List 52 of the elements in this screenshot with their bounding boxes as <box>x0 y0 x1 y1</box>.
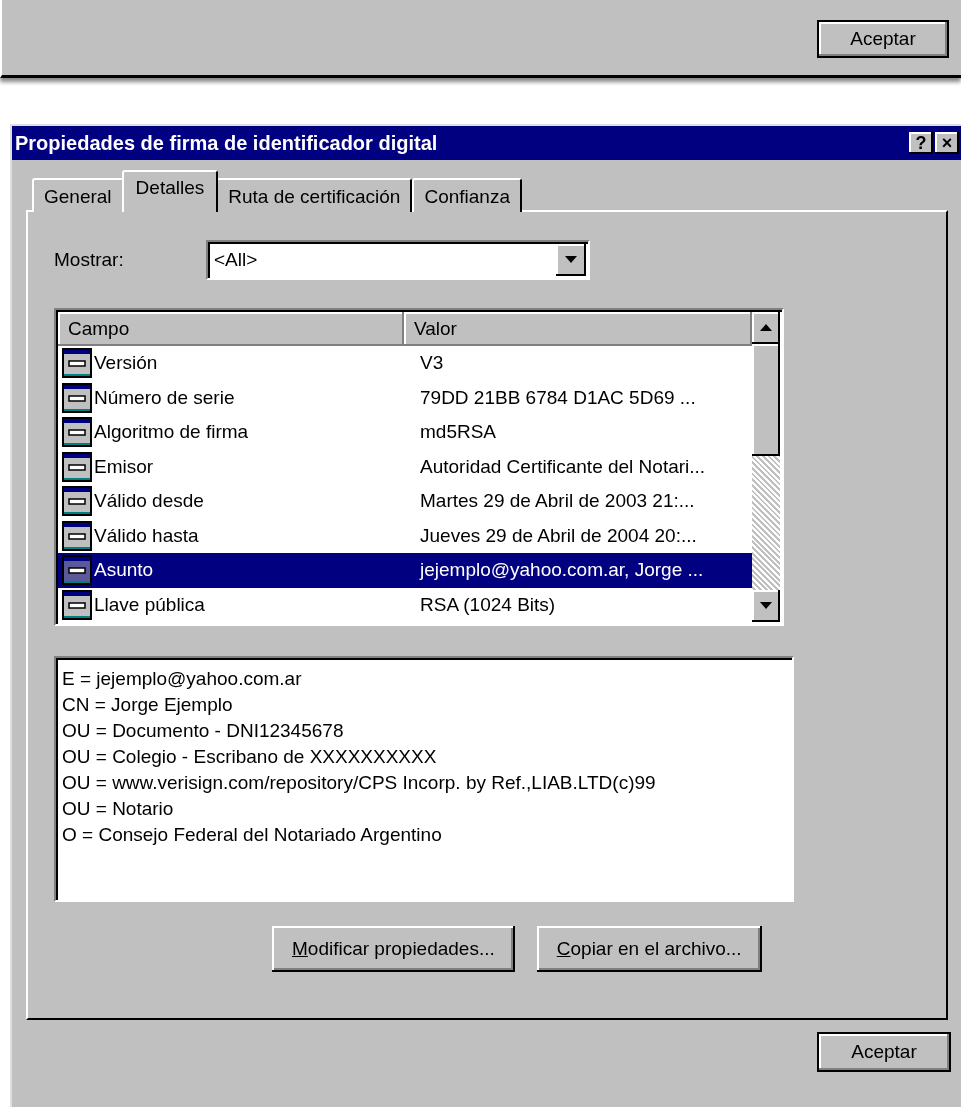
field-icon <box>62 555 92 586</box>
help-button[interactable]: ? <box>909 132 933 154</box>
scroll-up-icon[interactable] <box>752 312 780 344</box>
tab[interactable]: Confianza <box>412 178 522 212</box>
table-cell-text: RSA (1024 Bits) <box>419 592 557 617</box>
table-row[interactable]: Emisor Autoridad Certificante del Notari... <box>58 449 752 484</box>
table-cell-text: Asunto <box>94 558 154 582</box>
table-cell-text: Emisor <box>94 454 154 479</box>
column-header[interactable]: Campo <box>58 312 404 346</box>
table-cell-text: Llave pública <box>94 592 205 617</box>
table-row[interactable]: Llave pública RSA (1024 Bits) <box>58 587 752 622</box>
field-icon <box>62 382 92 413</box>
table-cell-text: Versión <box>94 351 158 375</box>
table-cell-text: Jueves 29 de Abril de 2004 20:... <box>419 523 698 548</box>
show-dropdown[interactable]: <All> <box>206 240 590 280</box>
ok-button[interactable]: Aceptar <box>817 20 949 58</box>
table-cell-text: Algoritmo de firma <box>94 420 249 444</box>
table-row[interactable]: Válido hasta Jueves 29 de Abril de 2004 20:... <box>58 518 752 553</box>
table-row[interactable]: Número de serie 79DD 21BB 6784 D1AC 5D69 ... <box>58 380 752 415</box>
table-cell-text: Autoridad Certificante del Notari... <box>419 454 707 479</box>
tab[interactable]: Ruta de certificación <box>216 178 413 212</box>
table-cell-text: V3 <box>419 351 445 375</box>
tab[interactable]: General <box>32 178 124 212</box>
field-icon <box>62 589 92 620</box>
table-cell-text: Válido hasta <box>94 523 199 548</box>
show-label: Mostrar: <box>54 247 125 272</box>
table-cell-text: md5RSA <box>419 420 498 444</box>
table-row[interactable]: Asunto jejemplo@yahoo.com.ar, Jorge ... <box>58 553 752 588</box>
modify-properties-button[interactable]: Modificar propiedades... <box>272 926 515 972</box>
window-title: Propiedades de firma de identificador digital <box>15 131 438 156</box>
field-icon <box>62 451 92 482</box>
tab[interactable]: Detalles <box>121 170 219 212</box>
table-cell-text: Martes 29 de Abril de 2003 21:... <box>419 489 696 513</box>
field-icon <box>62 348 92 379</box>
table-cell-text: 79DD 21BB 6784 D1AC 5D69 ... <box>419 385 697 410</box>
table-cell-text: jejemplo@yahoo.com.ar, Jorge ... <box>418 558 705 582</box>
scroll-thumb[interactable] <box>752 344 780 456</box>
ok-button[interactable]: Aceptar <box>817 1032 951 1072</box>
table-row[interactable]: Versión V3 <box>58 346 752 381</box>
column-header[interactable]: Valor <box>404 312 752 346</box>
copy-to-file-button[interactable]: Copiar en el archivo... <box>536 926 762 972</box>
table-cell-text: Número de serie <box>94 385 235 410</box>
scrollbar[interactable] <box>752 312 780 622</box>
field-icon <box>62 520 92 551</box>
scroll-down-icon[interactable] <box>752 590 780 622</box>
table-row[interactable]: Algoritmo de firma md5RSA <box>58 415 752 450</box>
table-row[interactable]: Válido desde Martes 29 de Abril de 2003 21:... <box>58 484 752 519</box>
table-cell-text: Válido desde <box>94 489 204 513</box>
close-button[interactable]: × <box>935 132 959 154</box>
field-icon <box>62 417 92 448</box>
details-text: E = jejemplo@yahoo.com.ar CN = Jorge Ejemplo OU = Documento - DNI12345678 OU = Colegio - Escribano de XXXXXXXXXX OU = www.verisign.com/repository/CPS Incorp. by Ref.,LIAB.LTD(c)99 OU = Notario O = Consejo Federal del Notariado Argentino <box>54 656 794 902</box>
field-icon <box>62 486 92 517</box>
